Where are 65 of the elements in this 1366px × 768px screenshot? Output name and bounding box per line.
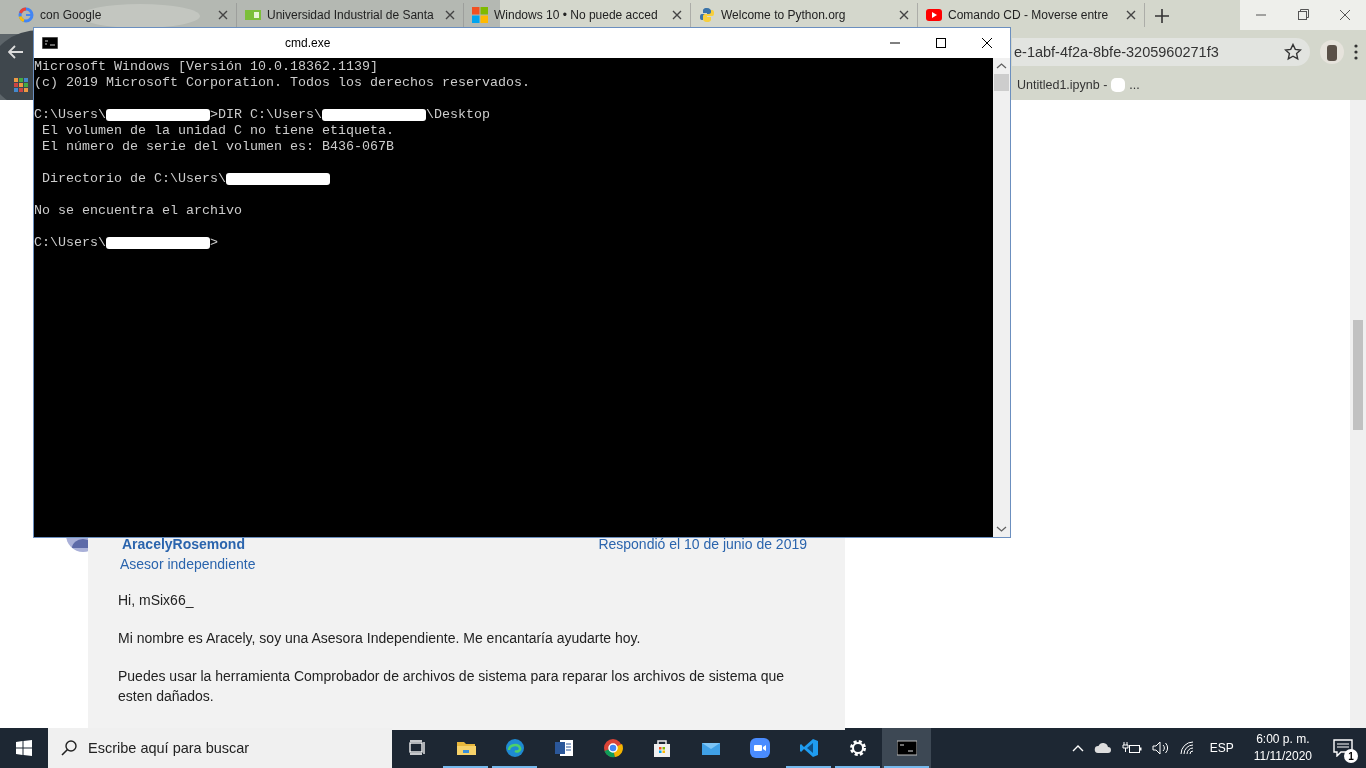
console-text: No se encuentra el archivo: [34, 203, 242, 219]
wifi-icon[interactable]: [1179, 741, 1196, 755]
python-icon: [699, 7, 715, 23]
terminal-icon: [896, 738, 917, 758]
console-text: Directorio de C:\Users\: [41, 171, 226, 187]
console-text: C:\Users\: [34, 235, 106, 251]
close-icon[interactable]: [445, 10, 455, 20]
clock[interactable]: 6:00 p. m. 11/11/2020: [1247, 731, 1318, 765]
close-icon[interactable]: [899, 10, 909, 20]
browser-icon: [602, 738, 623, 758]
bookmark-link[interactable]: Untitled1.ipynb -: [1017, 78, 1108, 92]
chevron-up-icon[interactable]: [1071, 744, 1084, 752]
apps-grid-icon[interactable]: [14, 78, 28, 92]
task-view-icon: [406, 738, 427, 758]
terminal-icon: [42, 37, 58, 49]
shopping-bag-icon: [651, 738, 672, 758]
search-icon: [61, 740, 77, 756]
console-text: El número de serie del volumen es: B436-067B: [41, 139, 394, 155]
window-title: cmd.exe: [285, 36, 332, 50]
settings-icon: [847, 738, 868, 758]
post-paragraph: Mi nombre es Aracely, soy una Asesora Independiente. Me encantaría ayudarte hoy.: [118, 629, 642, 648]
scroll-thumb[interactable]: [994, 74, 1009, 91]
more-menu-icon[interactable]: [1354, 44, 1358, 60]
search-field[interactable]: Escribe aquí para buscar: [48, 728, 392, 768]
document-icon: [553, 738, 574, 758]
avatar-icon[interactable]: [1320, 40, 1344, 64]
google-icon: [18, 7, 34, 23]
taskbar-button[interactable]: [882, 728, 931, 768]
reply-date-link[interactable]: Respondió el 10 de junio de 2019: [598, 536, 807, 552]
back-arrow-icon[interactable]: [8, 44, 24, 60]
console-text: Microsoft Windows [Versión 10.0.18362.1139]: [34, 59, 378, 75]
post-paragraph: Puedes usar la herramienta Comprobador de archivos de sistema para reparar los archivos de sistema que esten dañados.: [118, 667, 786, 706]
author-link[interactable]: AracelyRosemond: [122, 536, 245, 552]
redaction-mark: [1111, 78, 1126, 92]
swirl-icon: [504, 738, 525, 758]
language-indicator[interactable]: ESP: [1205, 741, 1238, 755]
square-logo-icon: [245, 7, 261, 23]
notification-badge: 1: [1344, 749, 1358, 763]
windows-logo-icon: [16, 740, 32, 756]
console-text: C:\Users\: [34, 107, 106, 123]
console-text: >DIR C:\Users\: [210, 107, 322, 123]
console-text: (c) 2019 Microsoft Corporation. Todos los derechos reservados.: [34, 75, 530, 91]
cloud-icon[interactable]: [1093, 742, 1112, 754]
ellipsis-text: ...: [1129, 78, 1140, 92]
scroll-thumb[interactable]: [1353, 320, 1363, 430]
author-role-link[interactable]: Asesor independiente: [88, 556, 807, 572]
scrollbar[interactable]: [993, 58, 1010, 537]
console-text: \Desktop: [425, 107, 490, 123]
code-editor-icon: [798, 738, 819, 758]
speaker-icon[interactable]: [1151, 741, 1170, 755]
address-field[interactable]: e-1abf-4f2a-8bfe-3205960271f3: [1012, 38, 1310, 66]
close-icon[interactable]: [672, 10, 682, 20]
video-play-icon: [926, 7, 942, 23]
plus-icon[interactable]: [1155, 9, 1169, 23]
video-camera-icon: [749, 738, 770, 758]
post-paragraph: Hi, mSix66_: [118, 591, 195, 610]
close-icon[interactable]: [218, 10, 228, 20]
console-text: El volumen de la unidad C no tiene etiqueta.: [41, 123, 394, 139]
windows-logo-icon: [472, 7, 488, 23]
close-icon[interactable]: [1126, 10, 1136, 20]
notification-button[interactable]: 1: [1328, 733, 1358, 763]
star-icon[interactable]: [1284, 43, 1302, 61]
console-text: >: [210, 235, 218, 251]
scrollbar[interactable]: [1350, 100, 1366, 728]
battery-plug-icon[interactable]: [1121, 741, 1142, 755]
